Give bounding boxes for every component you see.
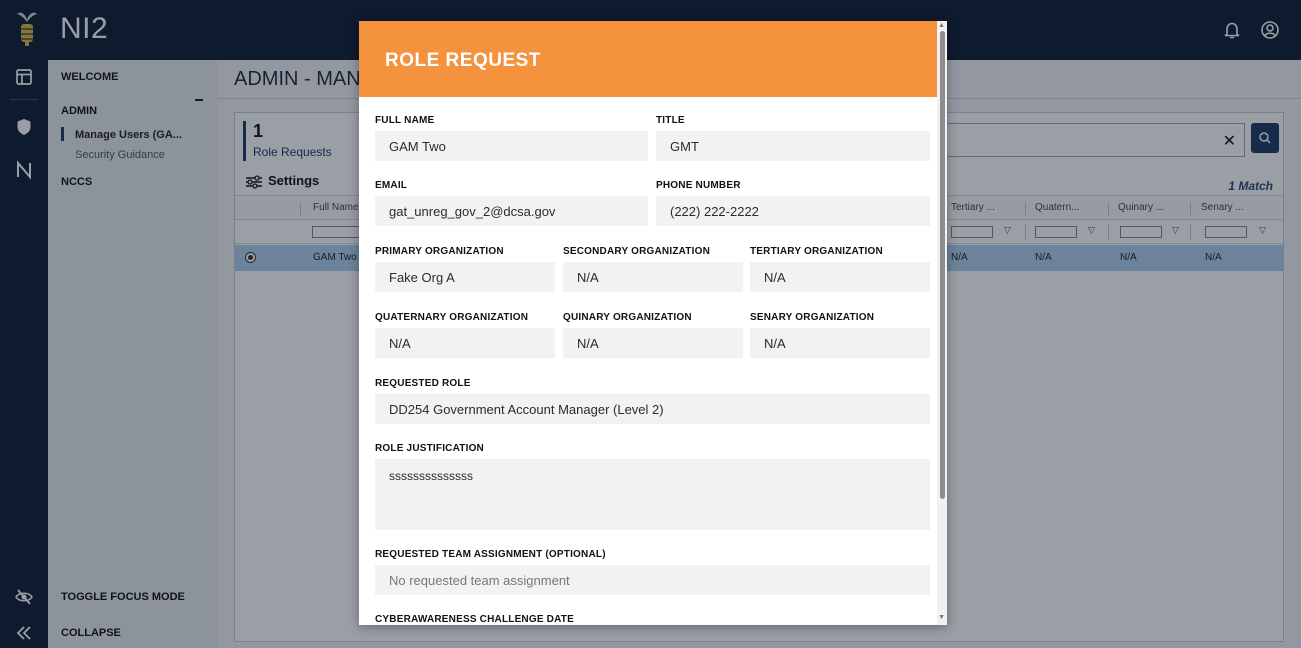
title-value: GMT <box>656 131 930 161</box>
modal-scrollbar[interactable]: ▲ ▼ <box>937 21 947 625</box>
tertiary-org-value: N/A <box>750 262 930 292</box>
tertiary-org-label: TERTIARY ORGANIZATION <box>750 246 883 257</box>
primary-org-value: Fake Org A <box>375 262 555 292</box>
justification-label: ROLE JUSTIFICATION <box>375 443 484 454</box>
senary-org-value: N/A <box>750 328 930 358</box>
quaternary-org-label: QUATERNARY ORGANIZATION <box>375 312 529 323</box>
primary-org-label: PRIMARY ORGANIZATION <box>375 246 504 257</box>
secondary-org-label: SECONDARY ORGANIZATION <box>563 246 710 257</box>
senary-org-label: SENARY ORGANIZATION <box>750 312 875 323</box>
email-label: EMAIL <box>375 180 408 191</box>
title-label: TITLE <box>656 115 685 126</box>
phone-value: (222) 222-2222 <box>656 196 930 226</box>
scroll-up-icon[interactable]: ▲ <box>938 22 945 29</box>
scroll-down-icon[interactable]: ▼ <box>938 614 945 621</box>
email-value: gat_unreg_gov_2@dcsa.gov <box>375 196 648 226</box>
scrollbar-thumb[interactable] <box>940 31 945 499</box>
quinary-org-label: QUINARY ORGANIZATION <box>563 312 692 323</box>
phone-label: PHONE NUMBER <box>656 180 741 191</box>
full-name-value: GAM Two <box>375 131 648 161</box>
requested-role-label: REQUESTED ROLE <box>375 378 471 389</box>
modal-header: ROLE REQUEST <box>359 21 937 97</box>
requested-role-value: DD254 Government Account Manager (Level … <box>375 394 930 424</box>
team-assignment-value: No requested team assignment <box>375 565 930 595</box>
justification-value: ssssssssssssss <box>375 459 930 530</box>
quinary-org-value: N/A <box>563 328 743 358</box>
cyber-date-label: CYBERAWARENESS CHALLENGE DATE <box>375 614 574 625</box>
role-request-modal: ROLE REQUEST FULL NAME GAM Two TITLE GMT… <box>359 21 947 625</box>
full-name-label: FULL NAME <box>375 115 435 126</box>
secondary-org-value: N/A <box>563 262 743 292</box>
team-assignment-label: REQUESTED TEAM ASSIGNMENT (OPTIONAL) <box>375 549 606 560</box>
modal-title: ROLE REQUEST <box>385 50 541 71</box>
quaternary-org-value: N/A <box>375 328 555 358</box>
